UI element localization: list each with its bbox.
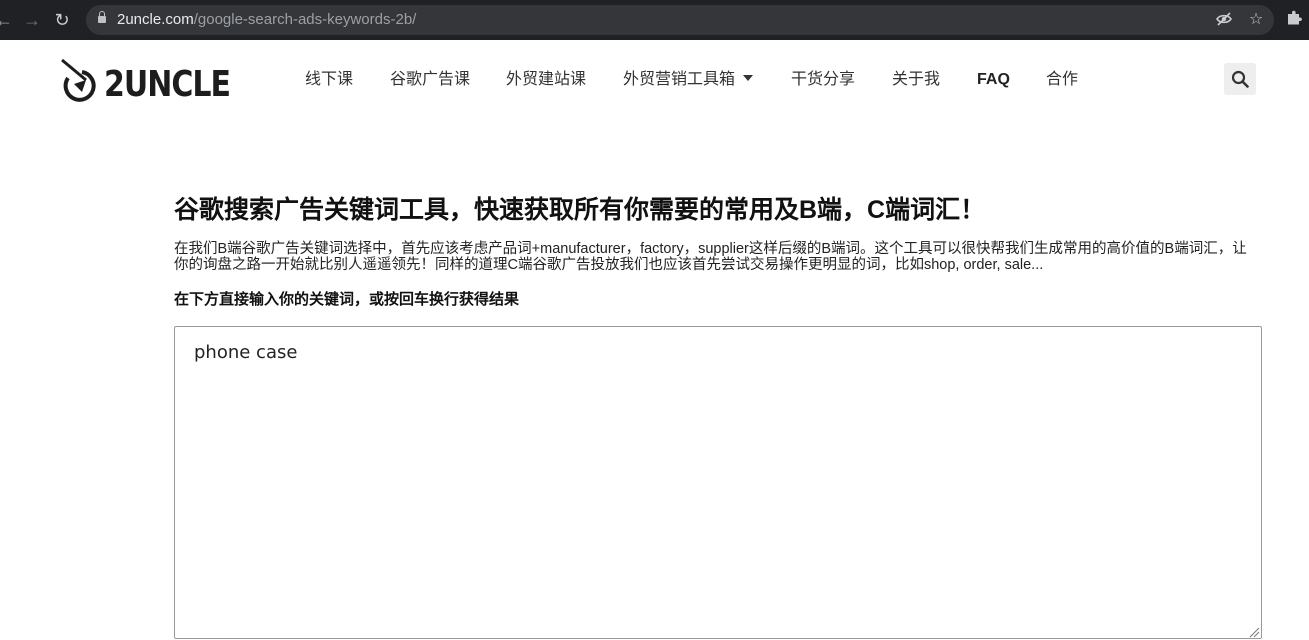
- resize-handle-icon[interactable]: [1248, 626, 1260, 638]
- nav-item-cooperation[interactable]: 合作: [1046, 70, 1078, 90]
- nav-item-marketing-toolbox-label: 外贸营销工具箱: [623, 71, 736, 88]
- url-text[interactable]: 2uncle.com/google-search-ads-keywords-2b…: [117, 11, 416, 29]
- nav-item-website-course[interactable]: 外贸建站课: [506, 70, 586, 90]
- caret-down-icon: [743, 75, 754, 81]
- intro-paragraph: 在我们B端谷歌广告关键词选择中，首先应该考虑产品词+manufacturer，f…: [174, 241, 1247, 273]
- input-instruction: 在下方直接输入你的关键词，或按回车换行获得结果: [174, 291, 520, 308]
- reload-icon[interactable]: ↻: [50, 8, 74, 32]
- url-path: /google-search-ads-keywords-2b/: [193, 11, 417, 28]
- nav-item-offline-course[interactable]: 线下课: [305, 70, 353, 90]
- page-title: 谷歌搜索广告关键词工具，快速获取所有你需要的常用及B端，C端词汇！: [174, 196, 986, 224]
- puzzle-icon[interactable]: [1284, 9, 1304, 29]
- site-logo[interactable]: 2UNCLE: [60, 58, 231, 105]
- address-bar[interactable]: 2uncle.com/google-search-ads-keywords-2b…: [86, 5, 1274, 35]
- url-host: 2uncle.com: [117, 11, 194, 28]
- forward-arrow-icon[interactable]: →: [20, 8, 44, 32]
- eye-off-icon[interactable]: [1214, 10, 1234, 30]
- logo-mark: [61, 58, 96, 102]
- nav-item-articles[interactable]: 干货分享: [791, 70, 855, 90]
- logo-text: 2UNCLE: [104, 64, 231, 106]
- nav-item-marketing-toolbox[interactable]: 外贸营销工具箱: [623, 70, 754, 90]
- search-icon: [1231, 70, 1249, 88]
- keyword-input[interactable]: phone case: [174, 326, 1262, 639]
- star-icon[interactable]: ☆: [1246, 10, 1266, 30]
- search-button[interactable]: [1224, 63, 1256, 95]
- browser-toolbar: ← → ↻ 2uncle.com/google-search-ads-keywo…: [0, 0, 1309, 40]
- nav-item-faq[interactable]: FAQ: [977, 70, 1010, 90]
- back-arrow-icon[interactable]: ←: [0, 8, 16, 32]
- nav-item-google-ads-course[interactable]: 谷歌广告课: [390, 70, 470, 90]
- nav-item-about[interactable]: 关于我: [892, 70, 940, 90]
- lock-icon[interactable]: [98, 11, 106, 24]
